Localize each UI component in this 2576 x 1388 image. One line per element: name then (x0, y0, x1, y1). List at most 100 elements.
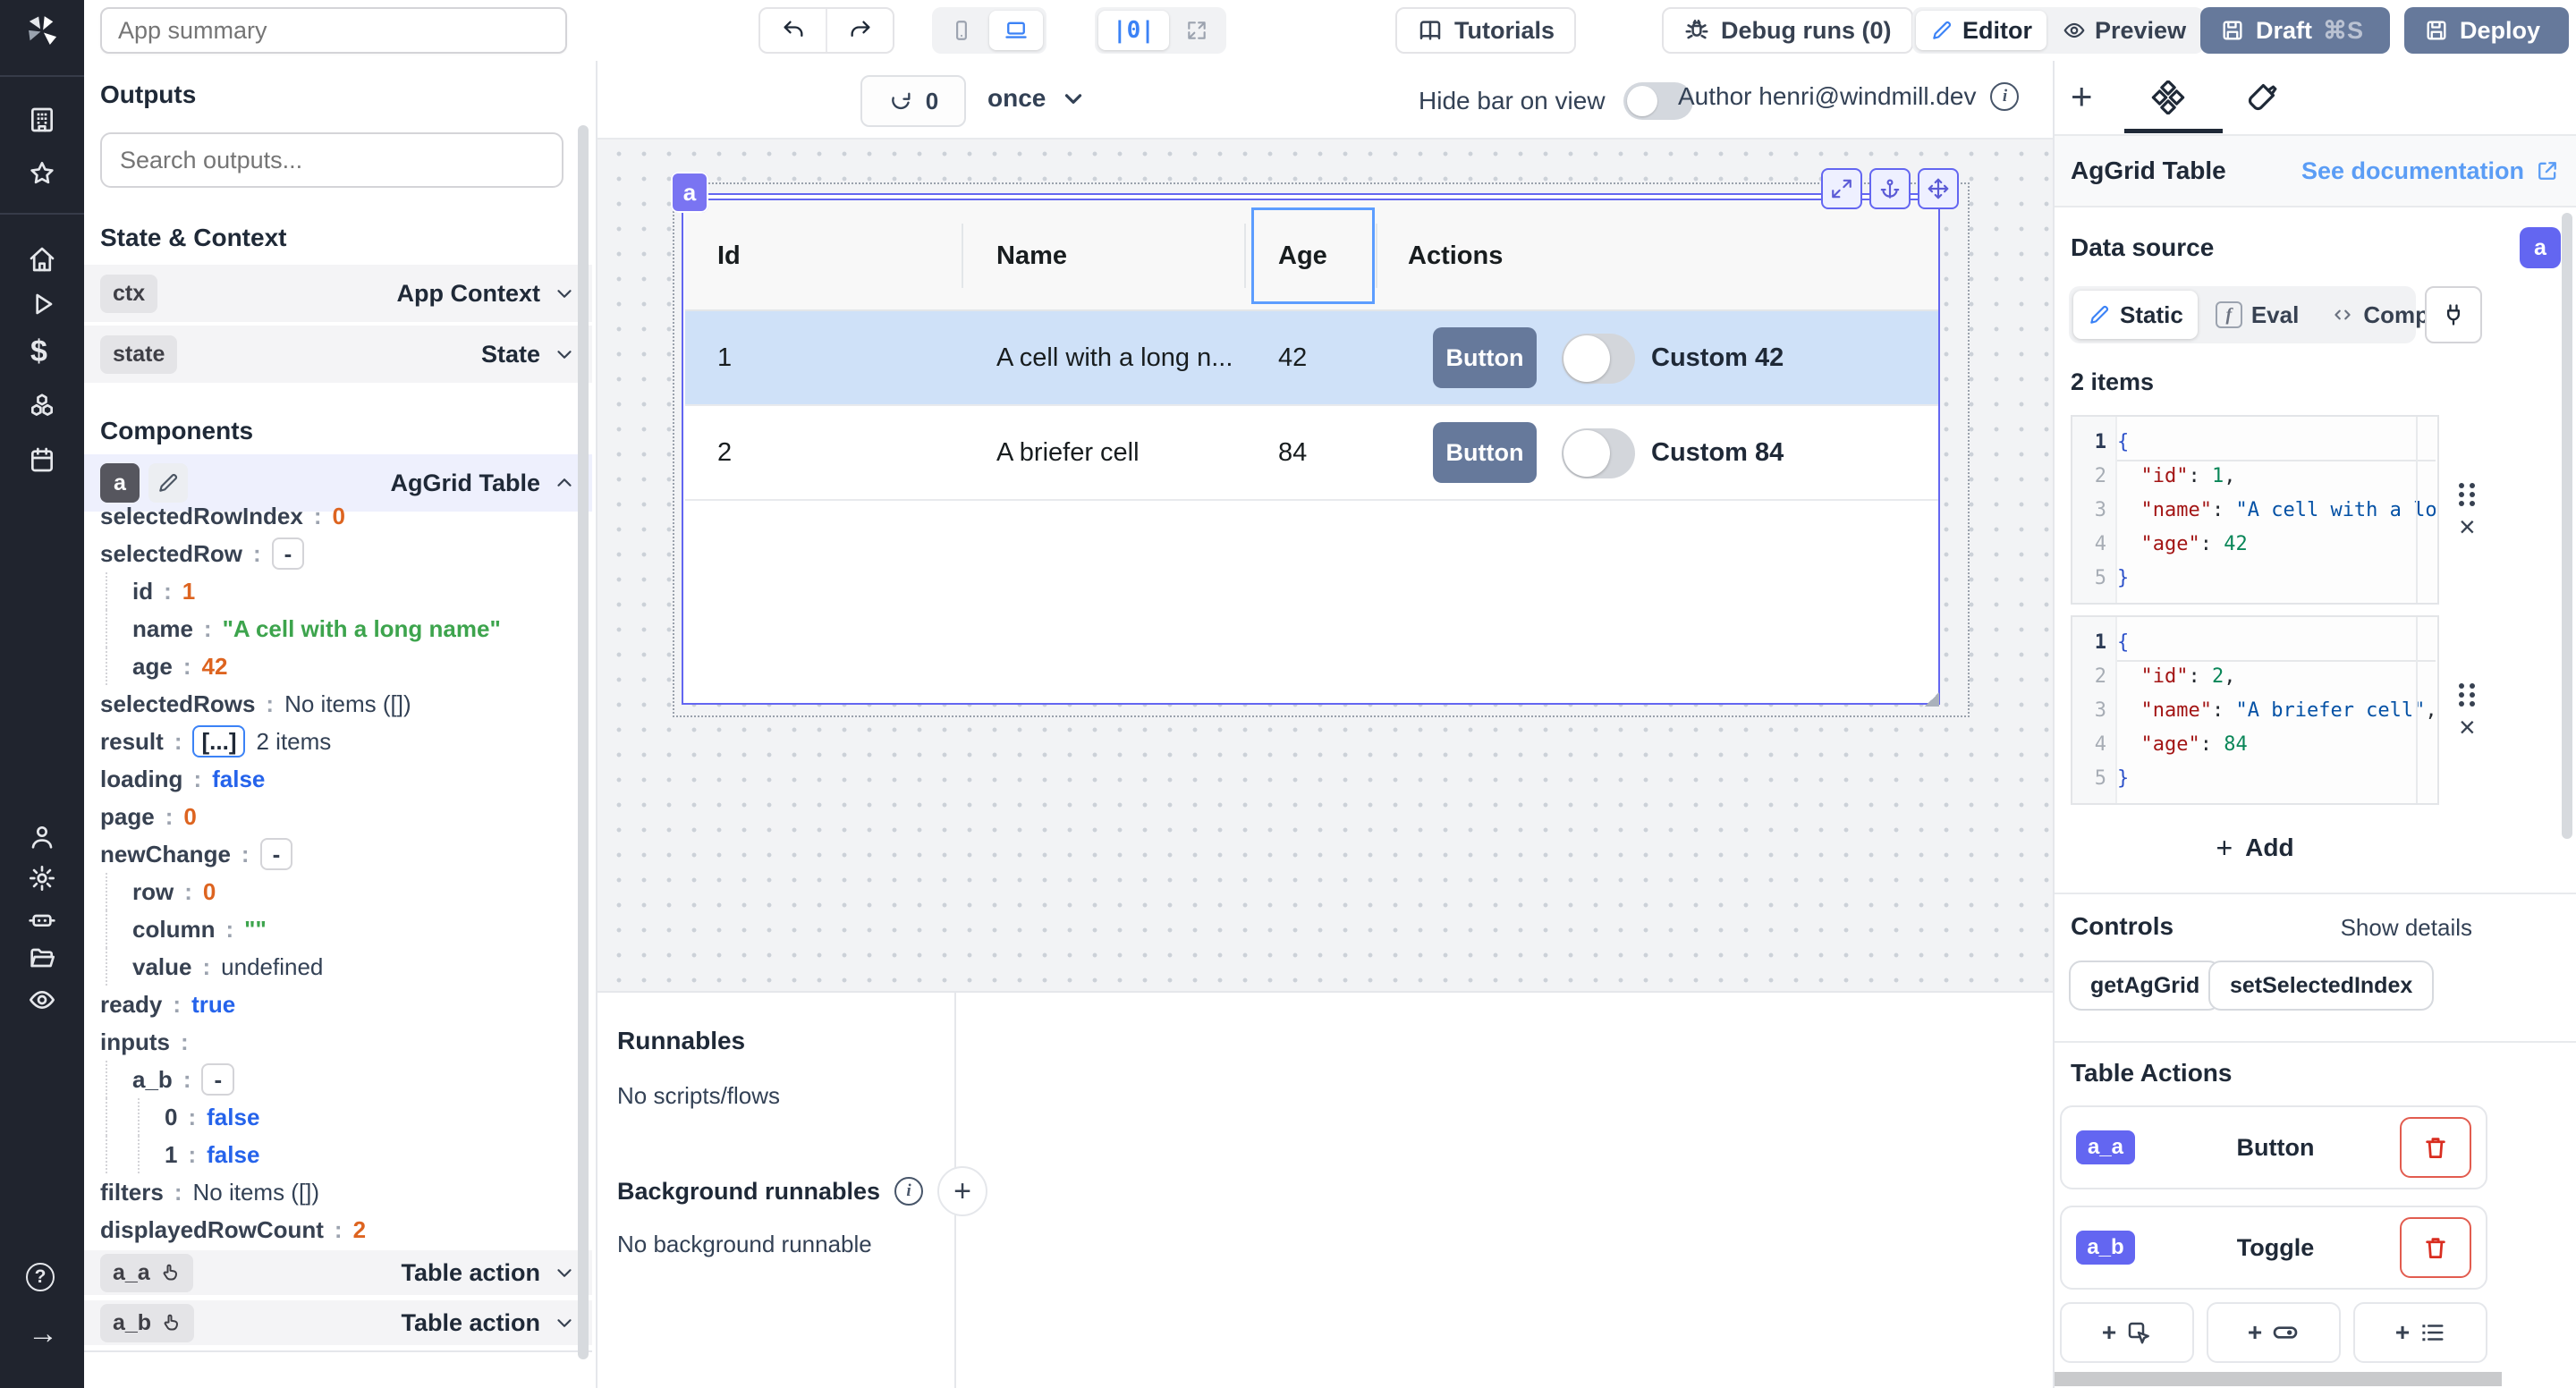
save-draft-button[interactable]: Draft ⌘S (2200, 7, 2390, 54)
deploy-button[interactable]: Deploy (2404, 7, 2569, 54)
cell-age[interactable]: 84 (1278, 406, 1307, 499)
output-a_b[interactable]: a_b:- (100, 1061, 234, 1098)
cell-name[interactable]: A briefer cell (996, 406, 1140, 499)
output-value[interactable]: value:undefined (100, 948, 323, 986)
debug-runs-button[interactable]: Debug runs (0) (1662, 7, 1913, 54)
see-documentation-link[interactable]: See documentation (2301, 157, 2560, 185)
info-icon[interactable]: i (894, 1177, 923, 1206)
output-name[interactable]: name:"A cell with a long name" (100, 610, 501, 647)
move-component-button[interactable] (1918, 168, 1959, 209)
add-button-action-button[interactable]: + (2060, 1302, 2194, 1363)
canvas-grid[interactable]: Id Name Age Actions 1A cell with a long … (597, 140, 2053, 991)
column-separator[interactable] (1376, 224, 1377, 288)
column-separator[interactable] (1244, 224, 1246, 288)
cell-age[interactable]: 42 (1278, 311, 1307, 404)
chevron-down-icon[interactable] (553, 282, 576, 305)
output-selectedRowIndex[interactable]: selectedRowIndex:0 (100, 497, 345, 535)
runs-play-icon[interactable] (28, 290, 56, 318)
panel-scrollbar[interactable] (2562, 213, 2572, 839)
add-select-action-button[interactable]: + (2353, 1302, 2487, 1363)
outputs-scrollbar[interactable] (578, 125, 589, 1359)
cell-name[interactable]: A cell with a long n... (996, 311, 1233, 404)
output-selectedRows[interactable]: selectedRows:No items ([]) (100, 685, 411, 723)
horizontal-scrollbar[interactable] (2055, 1372, 2502, 1386)
resources-cubes-icon[interactable] (28, 392, 56, 420)
column-header-actions[interactable]: Actions (1408, 200, 1503, 311)
json-editor-item-1[interactable]: 12345 { "id": 1, "name": "A cell with a … (2071, 415, 2439, 605)
collapse-sidebar-arrow-icon[interactable]: → (28, 1316, 58, 1351)
output-result[interactable]: result:[...]2 items (100, 723, 331, 760)
windmill-logo-icon[interactable] (21, 11, 63, 52)
cell-id[interactable]: 1 (717, 311, 732, 404)
component-resize-handle[interactable] (1925, 692, 1939, 707)
chevron-up-icon[interactable] (553, 471, 576, 495)
add-item-button[interactable]: + Add (2071, 826, 2439, 869)
state-row[interactable]: state State (84, 326, 592, 383)
expand-component-button[interactable] (1821, 168, 1862, 209)
setselectedindex-button[interactable]: setSelectedIndex (2208, 961, 2434, 1011)
users-person-icon[interactable] (28, 823, 56, 851)
output-age[interactable]: age:42 (100, 647, 227, 685)
folders-icon[interactable] (28, 944, 56, 973)
editor-code[interactable]: { "id": 2, "name": "A briefer cell", "ag… (2117, 626, 2436, 796)
table-action-card-button[interactable]: Button a_a (2060, 1105, 2487, 1189)
json-editor-item-2[interactable]: 12345 { "id": 2, "name": "A briefer cell… (2071, 615, 2439, 805)
styling-brush-tab[interactable] (2244, 80, 2280, 116)
mobile-view-button[interactable] (936, 11, 987, 50)
redo-button[interactable] (827, 9, 893, 52)
preview-tab[interactable]: Preview (2048, 11, 2200, 50)
output-column[interactable]: column:"" (100, 910, 267, 948)
chevron-down-icon[interactable] (553, 1261, 576, 1284)
delete-action-button[interactable] (2400, 1217, 2471, 1278)
component-settings-tab[interactable] (2151, 80, 2187, 116)
table-row-2[interactable]: 2A briefer cell84ButtonCustom 84 (685, 406, 1938, 501)
mode-eval[interactable]: f Eval (2201, 291, 2314, 339)
anchor-component-button[interactable] (1869, 168, 1911, 209)
table-action-row-a_b[interactable]: a_b Table action (84, 1300, 592, 1345)
connect-plug-button[interactable] (2425, 286, 2482, 343)
mode-static[interactable]: Static (2073, 291, 2198, 339)
row-action-toggle[interactable] (1562, 428, 1635, 478)
row-action-button[interactable]: Button (1433, 327, 1537, 388)
drag-handle-icon[interactable] (2459, 483, 2486, 503)
desktop-view-button[interactable] (989, 11, 1043, 50)
output-inputs[interactable]: inputs: (100, 1023, 199, 1061)
delete-action-button[interactable] (2400, 1117, 2471, 1178)
output-row[interactable]: row:0 (100, 873, 216, 910)
add-component-tab[interactable]: + (2071, 80, 2106, 116)
output-1[interactable]: 1:false (100, 1136, 259, 1173)
output-displayedRowCount[interactable]: displayedRowCount:2 (100, 1211, 366, 1248)
column-header-id[interactable]: Id (717, 200, 741, 311)
table-row-1[interactable]: 1A cell with a long n...42ButtonCustom 4… (685, 311, 1938, 406)
center-content-button[interactable]: |0| (1098, 11, 1169, 50)
output-0[interactable]: 0:false (100, 1098, 259, 1136)
info-icon[interactable]: i (1990, 82, 2019, 111)
remove-item-button[interactable]: × (2459, 714, 2476, 741)
remove-item-button[interactable]: × (2459, 513, 2476, 540)
output-selectedRow[interactable]: selectedRow:- (100, 535, 304, 572)
variables-dollar-icon[interactable]: $ (30, 334, 47, 369)
favorites-star-icon[interactable] (28, 159, 56, 188)
workers-robot-icon[interactable] (28, 905, 56, 934)
column-separator[interactable] (962, 224, 963, 288)
refresh-mode-select[interactable]: once (987, 84, 1087, 113)
row-action-button[interactable]: Button (1433, 422, 1537, 483)
settings-gear-icon[interactable] (28, 864, 56, 893)
show-details-link[interactable]: Show details (2341, 914, 2472, 942)
schedules-calendar-icon[interactable] (28, 445, 56, 474)
column-header-name[interactable]: Name (996, 200, 1067, 311)
component-id-badge[interactable]: a (671, 172, 708, 213)
audit-eye-icon[interactable] (28, 986, 56, 1014)
cell-id[interactable]: 2 (717, 406, 732, 499)
undo-button[interactable] (760, 9, 827, 52)
row-action-toggle[interactable] (1562, 334, 1635, 384)
ctx-row[interactable]: ctx App Context (84, 265, 592, 322)
table-action-row-a_a[interactable]: a_a Table action (84, 1250, 592, 1295)
output-ready[interactable]: ready:true (100, 986, 235, 1023)
chevron-down-icon[interactable] (553, 1311, 576, 1334)
search-outputs-input[interactable] (100, 132, 564, 188)
add-background-runnable-button[interactable]: + (937, 1166, 987, 1216)
drag-handle-icon[interactable] (2459, 683, 2486, 703)
table-action-card-toggle[interactable]: Toggle a_b (2060, 1206, 2487, 1290)
workspace-icon[interactable] (28, 106, 56, 134)
